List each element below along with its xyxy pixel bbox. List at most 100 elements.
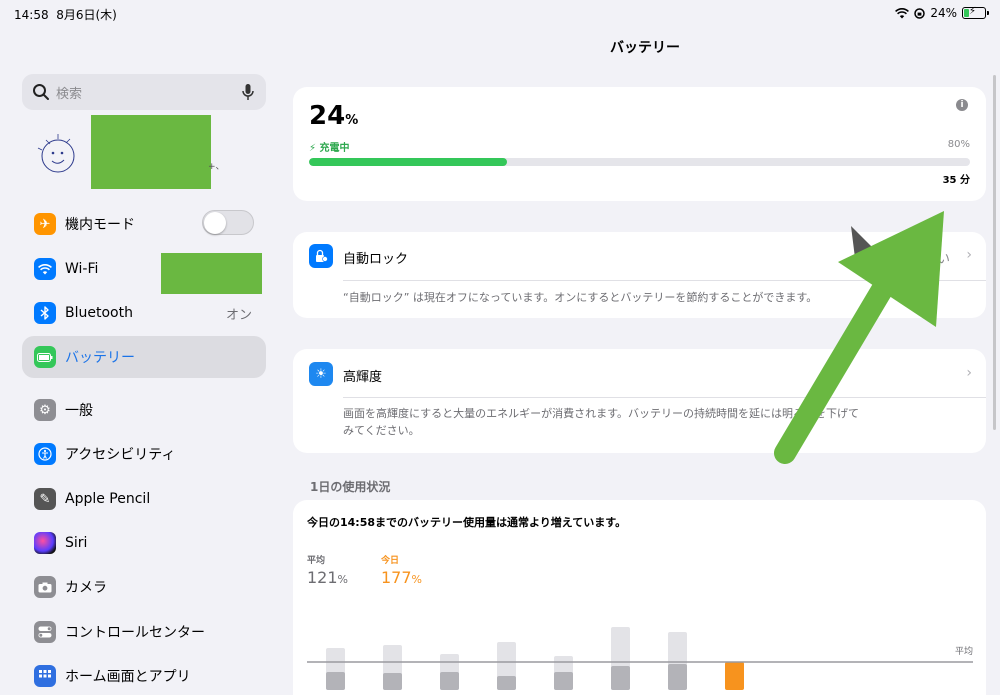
sidebar-item-apple-pencil[interactable]: ✎ Apple Pencil [22, 478, 266, 520]
auto-lock-card: 自動ロック い › “自動ロック” は現在オフになっています。オンにするとバッテ… [293, 232, 986, 318]
sidebar-item-siri[interactable]: Siri [22, 522, 266, 564]
chart-usage-bar [611, 666, 630, 690]
clock: 14:58 [14, 8, 49, 22]
auto-lock-label[interactable]: 自動ロック [343, 248, 408, 267]
status-right: 24% ⚡ [895, 6, 989, 20]
accessibility-icon [34, 443, 56, 465]
sidebar-item-label: ホーム画面とアプリ [65, 669, 191, 685]
chart-usage-bar [668, 664, 687, 690]
redacted-name-block [91, 115, 211, 189]
camera-icon [34, 576, 56, 598]
sidebar-item-camera[interactable]: カメラ [22, 566, 266, 608]
average-unit: % [337, 573, 348, 586]
battery-icon [34, 346, 56, 368]
brightness-desc-part1: 画面を高輝度にすると大量のエネルギーが消費されます。バッテリーの持続時間を延 [343, 407, 761, 420]
battery-level-card: 24% i ⚡ 充電中 80% 35 分 [293, 87, 986, 201]
average-number: 121 [307, 568, 338, 587]
today-label: 今日 [381, 556, 400, 566]
divider [343, 397, 986, 398]
microphone-icon[interactable] [242, 83, 254, 101]
profile-subtitle: +、 [208, 162, 225, 172]
sidebar-item-battery[interactable]: バッテリー [22, 336, 266, 378]
sidebar-item-label: コントロールセンター [65, 625, 205, 641]
charging-label: 充電中 [319, 143, 350, 154]
siri-icon [34, 532, 56, 554]
sidebar-item-label: Apple Pencil [65, 491, 151, 507]
average-label: 平均 [307, 556, 326, 566]
brightness-card: ☀ 高輝度 › 画面を高輝度にすると大量のエネルギーが消費されます。バッテリーの… [293, 349, 986, 453]
date: 8月6日(木) [56, 8, 117, 22]
charge-progress-fill [309, 158, 508, 166]
sidebar-item-label: カメラ [65, 580, 107, 596]
chart-today-bar [725, 662, 744, 690]
charge-progress-track [309, 158, 970, 166]
info-icon[interactable]: i [956, 99, 968, 111]
sidebar-item-label: 一般 [65, 403, 93, 419]
chevron-right-icon[interactable]: › [966, 365, 972, 381]
battery-fill [964, 9, 969, 17]
auto-lock-description: “自動ロック” は現在オフになっています。オンにするとバッテリーを節約することが… [343, 291, 818, 304]
sidebar-item-bluetooth[interactable]: Bluetooth オン [22, 292, 266, 334]
chart-usage-bar [554, 672, 573, 690]
bluetooth-status: オン [225, 307, 252, 323]
auto-lock-value[interactable]: い [937, 248, 950, 267]
sidebar: 検索 +、 ✈ 機内モード Wi-Fi Bluetooth オン バッテリー ⚙ [8, 27, 280, 687]
today-unit: % [411, 573, 422, 586]
orientation-lock-icon [914, 7, 926, 19]
pencil-icon: ✎ [34, 488, 56, 510]
search-field[interactable]: 検索 [22, 74, 266, 110]
sidebar-item-label: アクセシビリティ [65, 447, 176, 463]
sidebar-item-accessibility[interactable]: アクセシビリティ [22, 433, 266, 475]
brightness-desc-part2: には明るさを下げて [760, 407, 860, 420]
auto-lock-icon [309, 244, 333, 268]
sidebar-item-airplane-mode[interactable]: ✈ 機内モード [22, 203, 266, 245]
page-title: バッテリー [610, 40, 680, 56]
average-value: 121% [307, 568, 348, 587]
usage-summary: 今日の14:58までのバッテリー使用量は通常より増えています。 [307, 516, 627, 529]
search-icon [33, 84, 49, 100]
today-number: 177 [381, 568, 412, 587]
toggle-knob [204, 212, 226, 234]
sidebar-item-label: 機内モード [65, 217, 135, 233]
battery-status-icon: ⚡ [962, 6, 989, 19]
wifi-icon [34, 258, 56, 280]
sidebar-item-label: Siri [65, 535, 88, 551]
brightness-description: 画面を高輝度にすると大量のエネルギーが消費されます。バッテリーの持続時間を延には… [343, 405, 936, 439]
chart-usage-bar [326, 672, 345, 690]
airplane-mode-toggle[interactable] [202, 210, 254, 235]
divider [343, 280, 986, 281]
sidebar-item-label: バッテリー [65, 350, 135, 366]
sidebar-item-general[interactable]: ⚙ 一般 [22, 389, 266, 431]
chart-usage-bar [383, 673, 402, 690]
charging-bolt-icon: ⚡ [969, 6, 977, 17]
gear-icon: ⚙ [34, 399, 56, 421]
search-placeholder: 検索 [56, 86, 83, 102]
scrollbar[interactable] [993, 75, 996, 430]
chart-usage-bar [497, 676, 516, 690]
usage-section-title: 1日の使用状況 [310, 480, 391, 494]
redacted-wifi-name [161, 253, 262, 294]
chevron-right-icon[interactable]: › [966, 247, 972, 263]
chart-usage-bar [440, 672, 459, 690]
sidebar-item-label: Wi-Fi [65, 261, 99, 277]
wifi-status-icon [895, 7, 910, 18]
brightness-label[interactable]: 高輝度 [343, 366, 382, 385]
battery-percent: 24% [930, 6, 957, 20]
status-time: 14:58 8月6日(木) [14, 6, 117, 23]
bluetooth-icon [34, 302, 56, 324]
chart-average-label: 平均 [955, 645, 973, 657]
avatar[interactable] [34, 130, 84, 180]
charge-limit-label: 80% [947, 139, 970, 150]
sidebar-item-home-screen[interactable]: ホーム画面とアプリ [22, 655, 266, 687]
airplane-icon: ✈ [34, 213, 56, 235]
sun-icon: ☀ [309, 362, 333, 386]
charging-status: ⚡ 充電中 [309, 143, 350, 154]
sidebar-item-label: Bluetooth [65, 305, 133, 321]
home-screen-icon [34, 665, 56, 687]
today-value: 177% [381, 568, 422, 587]
sidebar-item-control-center[interactable]: コントロールセンター [22, 611, 266, 653]
usage-card: 今日の14:58までのバッテリー使用量は通常より増えています。 平均 121% … [293, 500, 986, 695]
percent-unit: % [345, 113, 359, 128]
usage-chart: 平均 [307, 627, 973, 690]
status-bar: 14:58 8月6日(木) 24% ⚡ [0, 0, 1000, 26]
